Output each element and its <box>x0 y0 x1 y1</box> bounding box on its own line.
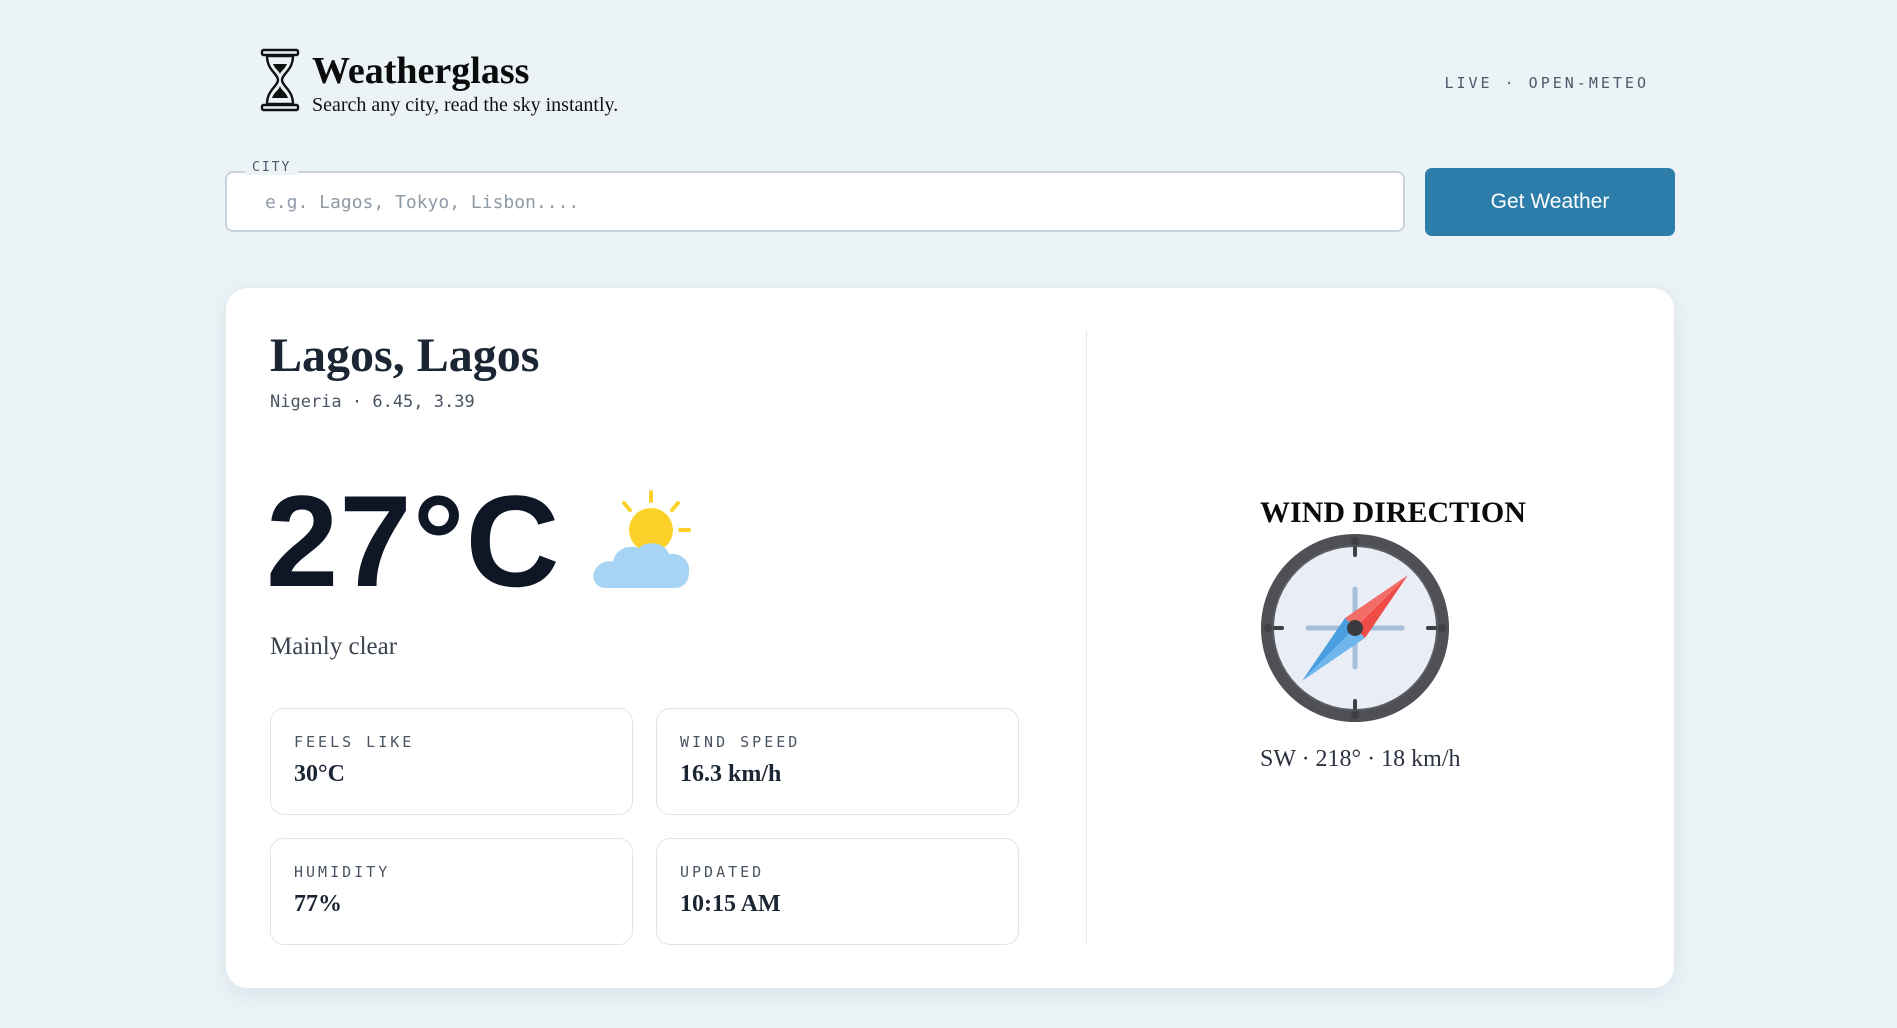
feels-like-stat: FEELS LIKE 30°C <box>270 708 633 815</box>
updated-value: 10:15 AM <box>680 891 781 917</box>
wind-speed-label: WIND SPEED <box>680 733 801 751</box>
wind-readout: SW · 218° · 18 km/h <box>1260 746 1461 772</box>
app-title: Weatherglass <box>312 50 530 92</box>
city-input[interactable] <box>263 173 1367 232</box>
location-detail: Nigeria · 6.45, 3.39 <box>270 392 475 412</box>
get-weather-button[interactable]: Get Weather <box>1425 168 1675 236</box>
compass-icon <box>1261 534 1449 722</box>
city-name: Lagos, Lagos <box>270 329 540 382</box>
partly-cloudy-icon <box>593 490 691 588</box>
brand-header: Weatherglass Search any city, read the s… <box>260 48 618 116</box>
humidity-label: HUMIDITY <box>294 863 391 881</box>
weather-app: Weatherglass Search any city, read the s… <box>0 0 1897 1028</box>
humidity-value: 77% <box>294 891 342 917</box>
brand-text: Weatherglass Search any city, read the s… <box>312 48 618 116</box>
weather-condition: Mainly clear <box>270 633 398 660</box>
city-search-field: CITY <box>225 160 1405 232</box>
wind-speed-stat: WIND SPEED 16.3 km/h <box>656 708 1019 815</box>
current-temperature: 27°C <box>266 468 561 614</box>
hourglass-icon <box>260 48 300 112</box>
wind-speed-value: 16.3 km/h <box>680 761 782 787</box>
feels-like-label: FEELS LIKE <box>294 733 415 751</box>
card-divider <box>1086 330 1087 945</box>
app-tagline: Search any city, read the sky instantly. <box>312 94 619 116</box>
wind-direction-title: WIND DIRECTION <box>1260 496 1526 529</box>
data-source-badge: LIVE · OPEN-METEO <box>1444 74 1649 92</box>
humidity-stat: HUMIDITY 77% <box>270 838 633 945</box>
updated-stat: UPDATED 10:15 AM <box>656 838 1019 945</box>
weather-card: Lagos, Lagos Nigeria · 6.45, 3.39 27°C M… <box>225 287 1675 989</box>
updated-label: UPDATED <box>680 863 765 881</box>
feels-like-value: 30°C <box>294 761 345 787</box>
